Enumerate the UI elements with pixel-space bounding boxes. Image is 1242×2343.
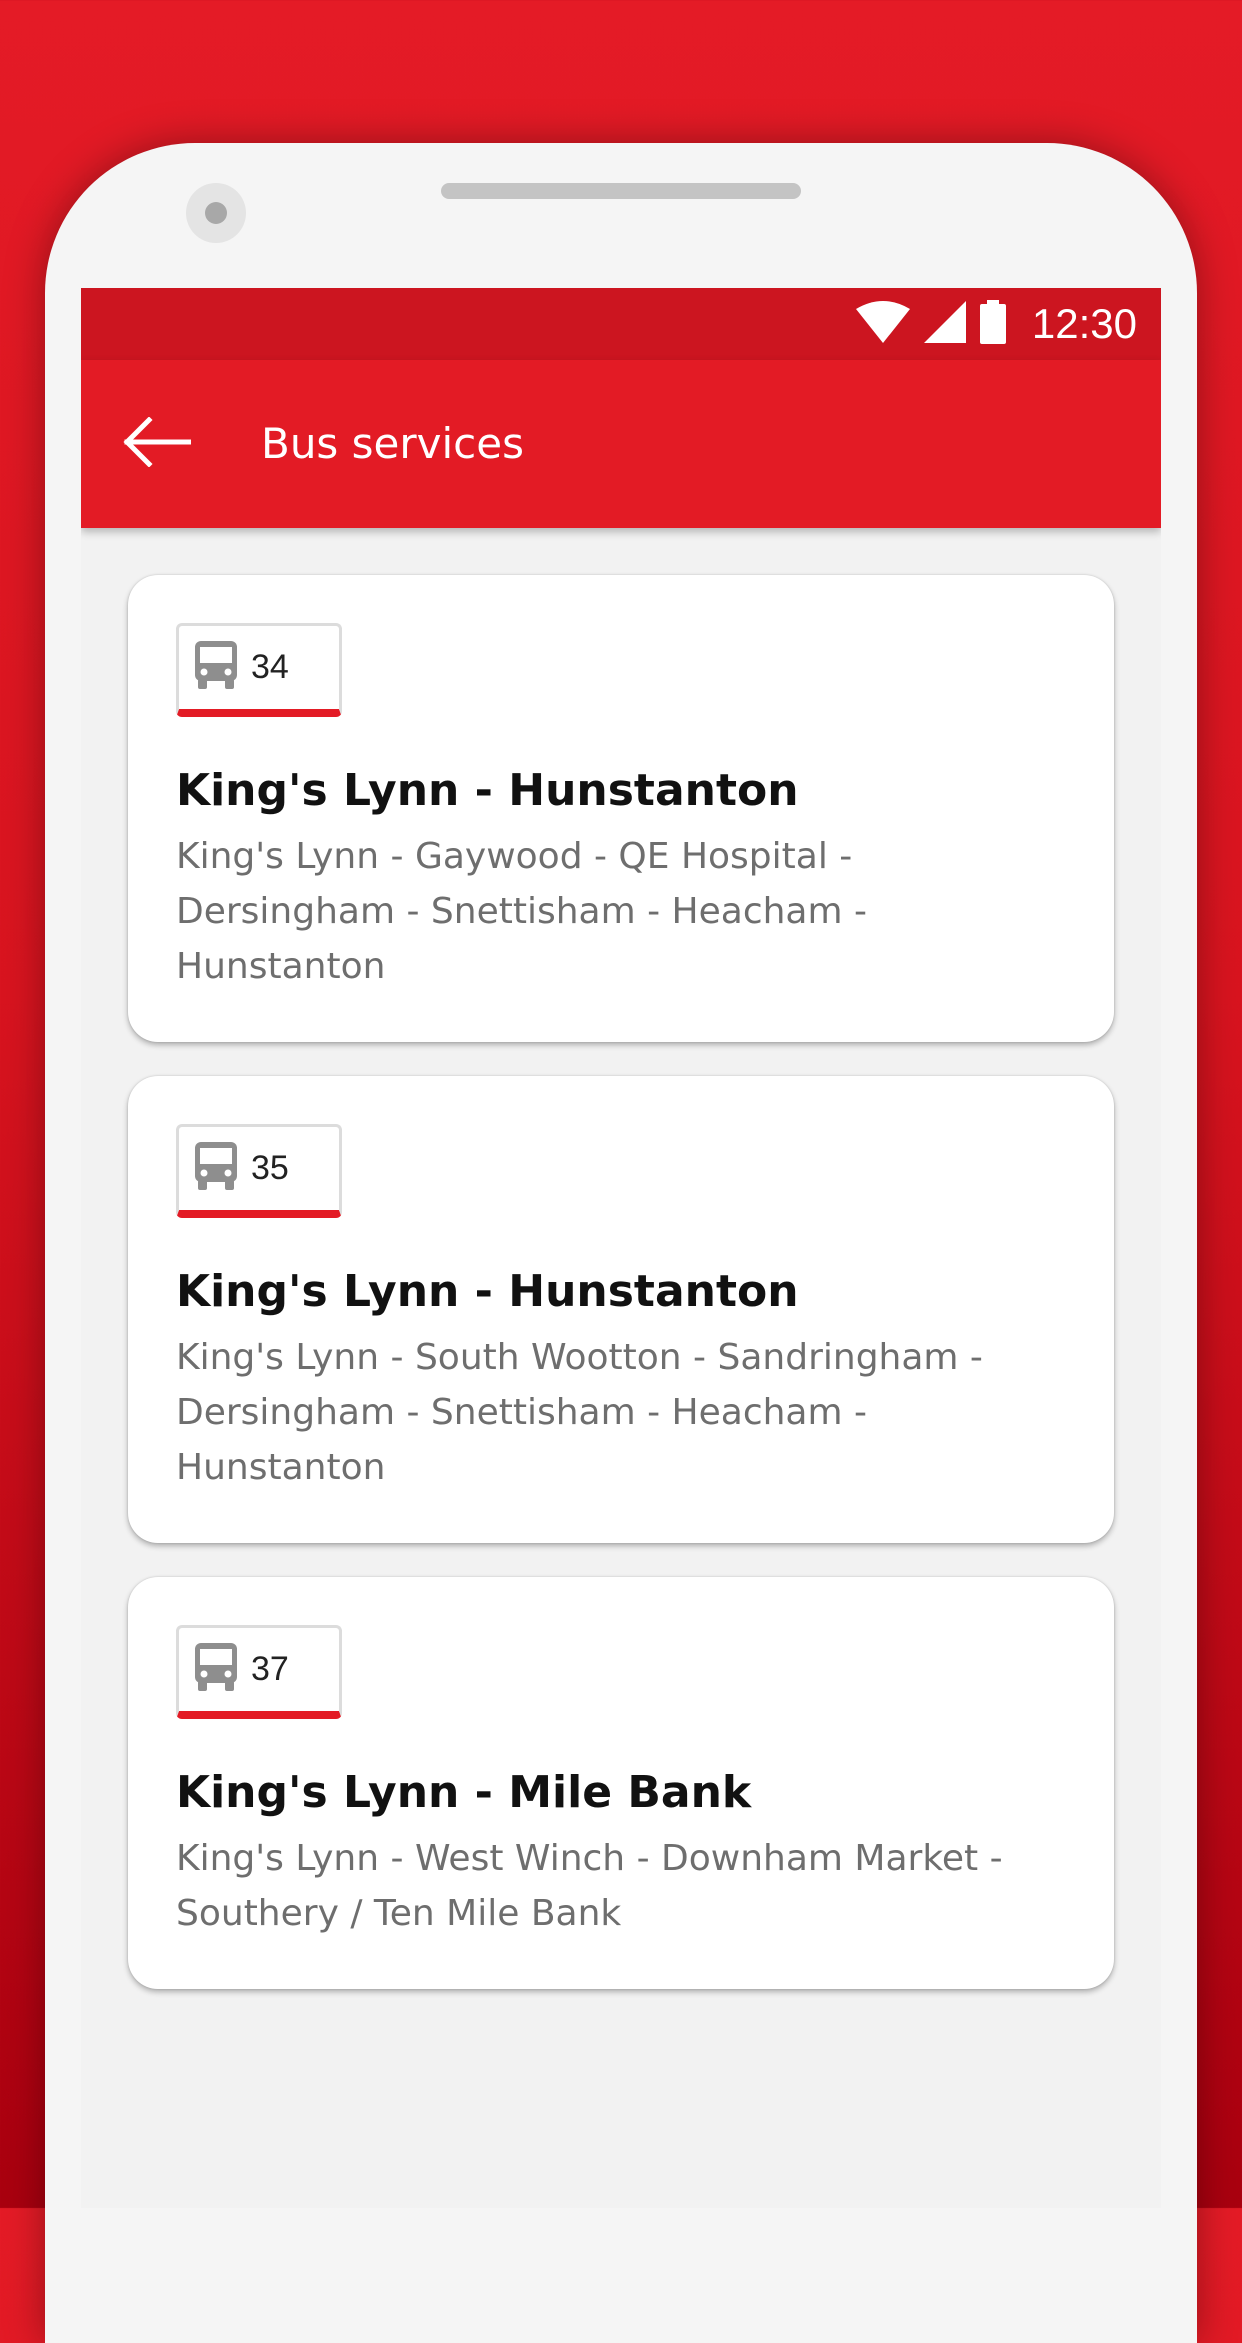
status-icons: 12:30: [855, 288, 1137, 360]
route-number: 37: [251, 1650, 289, 1688]
route-badge: 34: [176, 623, 342, 717]
page-title: Bus services: [261, 419, 524, 468]
bus-service-list: 34 King's Lynn - Hunstanton King's Lynn …: [128, 575, 1114, 2023]
bus-icon: [195, 641, 237, 694]
front-camera: [186, 183, 246, 243]
route-title: King's Lynn - Mile Bank: [176, 1767, 752, 1818]
bus-service-card-34[interactable]: 34 King's Lynn - Hunstanton King's Lynn …: [128, 575, 1114, 1042]
bus-service-card-35[interactable]: 35 King's Lynn - Hunstanton King's Lynn …: [128, 1076, 1114, 1543]
route-stops: King's Lynn - Gaywood - QE Hospital - De…: [176, 836, 867, 987]
status-bar: 12:30: [81, 288, 1161, 360]
bus-icon: [195, 1643, 237, 1696]
cell-signal-icon: [923, 300, 966, 348]
battery-icon: [979, 299, 1006, 349]
app-bar: Bus services: [81, 360, 1161, 528]
bus-icon: [195, 1142, 237, 1195]
route-badge: 35: [176, 1124, 342, 1218]
route-title: King's Lynn - Hunstanton: [176, 1266, 799, 1317]
route-number: 35: [251, 1149, 289, 1187]
wifi-icon: [855, 300, 910, 348]
route-stops: King's Lynn - South Wootton - Sandringha…: [176, 1337, 983, 1488]
arrow-back-icon: [123, 415, 192, 472]
back-button[interactable]: [121, 408, 193, 480]
earpiece-speaker: [441, 183, 801, 199]
app-screen: 12:30 Bus services 34 King's Lynn - Huns…: [81, 288, 1161, 2208]
route-title: King's Lynn - Hunstanton: [176, 765, 799, 816]
route-badge: 37: [176, 1625, 342, 1719]
bus-service-card-37[interactable]: 37 King's Lynn - Mile Bank King's Lynn -…: [128, 1577, 1114, 1989]
route-number: 34: [251, 648, 289, 686]
status-time: 12:30: [1031, 300, 1137, 347]
route-stops: King's Lynn - West Winch - Downham Marke…: [176, 1838, 1003, 1934]
